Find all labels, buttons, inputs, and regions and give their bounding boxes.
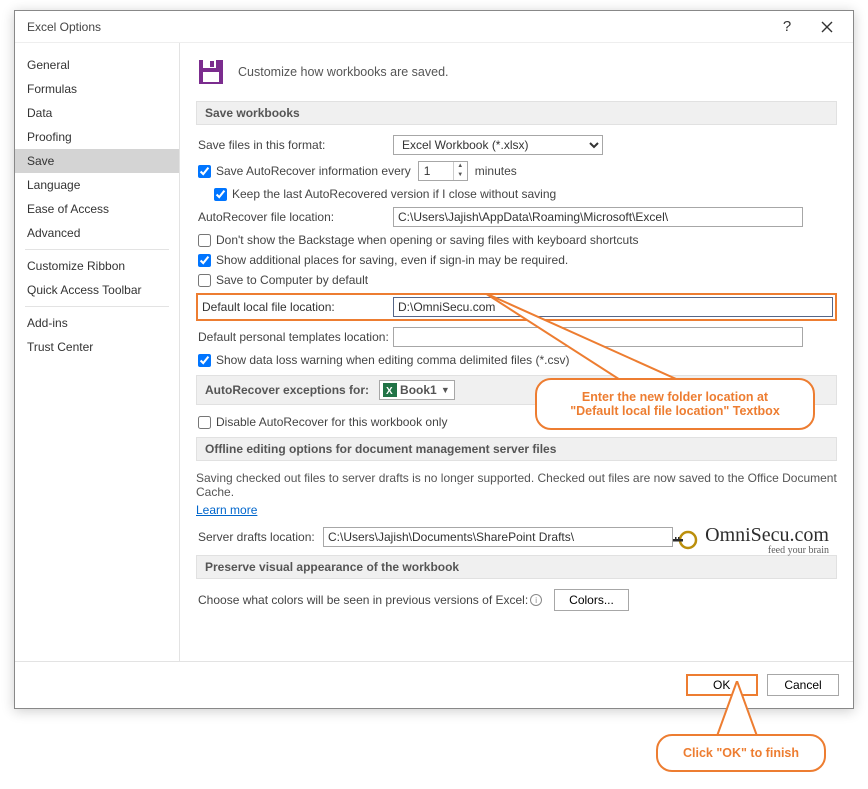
default-templates-label: Default personal templates location: (198, 330, 393, 344)
colors-button[interactable]: Colors... (554, 589, 629, 611)
page-header: Customize how workbooks are saved. (238, 65, 449, 79)
sidebar-item-save[interactable]: Save (15, 149, 179, 173)
autorecover-every-checkbox[interactable]: Save AutoRecover information every (198, 164, 411, 178)
minutes-label: minutes (475, 164, 517, 178)
help-button[interactable]: ? (767, 13, 807, 41)
cancel-button[interactable]: Cancel (767, 674, 839, 696)
save-icon (196, 57, 226, 87)
watermark: OmniSecu.com feed your brain (673, 524, 829, 556)
learn-more-link[interactable]: Learn more (196, 503, 257, 517)
svg-text:X: X (386, 386, 393, 397)
autorecover-every-input[interactable] (198, 165, 211, 178)
offline-note: Saving checked out files to server draft… (196, 471, 837, 499)
server-drafts-label: Server drafts location: (198, 530, 323, 544)
sidebar-item-ease-of-access[interactable]: Ease of Access (15, 197, 179, 221)
annotation-callout-2: Click "OK" to finish (656, 734, 826, 772)
server-drafts-input[interactable] (323, 527, 673, 547)
sidebar-item-customize-ribbon[interactable]: Customize Ribbon (15, 254, 179, 278)
chevron-down-icon: ▼ (441, 385, 450, 395)
excel-options-dialog: Excel Options ? General Formulas Data Pr… (14, 10, 854, 709)
sidebar-item-advanced[interactable]: Advanced (15, 221, 179, 245)
sidebar-item-general[interactable]: General (15, 53, 179, 77)
sidebar-item-trust-center[interactable]: Trust Center (15, 335, 179, 359)
save-format-select[interactable]: Excel Workbook (*.xlsx) (393, 135, 603, 155)
content-pane: Customize how workbooks are saved. Save … (180, 43, 853, 661)
dont-show-backstage-checkbox[interactable]: Don't show the Backstage when opening or… (198, 233, 639, 247)
close-icon (821, 21, 833, 33)
sidebar-item-formulas[interactable]: Formulas (15, 77, 179, 101)
titlebar: Excel Options ? (15, 11, 853, 43)
window-title: Excel Options (27, 20, 767, 34)
save-format-label: Save files in this format: (198, 138, 393, 152)
sidebar: General Formulas Data Proofing Save Lang… (15, 43, 180, 661)
autorecover-minutes-spinner[interactable]: 1 ▲▼ (418, 161, 468, 181)
sidebar-item-proofing[interactable]: Proofing (15, 125, 179, 149)
sidebar-item-quick-access[interactable]: Quick Access Toolbar (15, 278, 179, 302)
autorecover-location-label: AutoRecover file location: (198, 210, 393, 224)
close-button[interactable] (807, 13, 847, 41)
sidebar-item-addins[interactable]: Add-ins (15, 311, 179, 335)
autorecover-location-input[interactable] (393, 207, 803, 227)
annotation-callout-1: Enter the new folder location at "Defaul… (535, 378, 815, 430)
section-preserve-appearance: Preserve visual appearance of the workbo… (196, 555, 837, 579)
disable-autorecover-checkbox[interactable]: Disable AutoRecover for this workbook on… (198, 415, 447, 429)
sidebar-item-data[interactable]: Data (15, 101, 179, 125)
dialog-body: General Formulas Data Proofing Save Lang… (15, 43, 853, 661)
info-icon[interactable]: i (530, 594, 542, 606)
excel-file-icon: X (383, 383, 397, 397)
sidebar-item-language[interactable]: Language (15, 173, 179, 197)
keep-last-checkbox[interactable]: Keep the last AutoRecovered version if I… (214, 187, 556, 201)
section-save-workbooks: Save workbooks (196, 101, 837, 125)
show-additional-places-checkbox[interactable]: Show additional places for saving, even … (198, 253, 568, 267)
colors-label: Choose what colors will be seen in previ… (198, 593, 528, 607)
callout-2-pointer (712, 681, 762, 741)
workbook-select[interactable]: X Book1 ▼ (379, 380, 455, 400)
omnisecu-logo-icon (673, 529, 699, 551)
save-to-computer-checkbox[interactable]: Save to Computer by default (198, 273, 368, 287)
default-local-label: Default local file location: (200, 300, 393, 314)
section-offline-editing: Offline editing options for document man… (196, 437, 837, 461)
